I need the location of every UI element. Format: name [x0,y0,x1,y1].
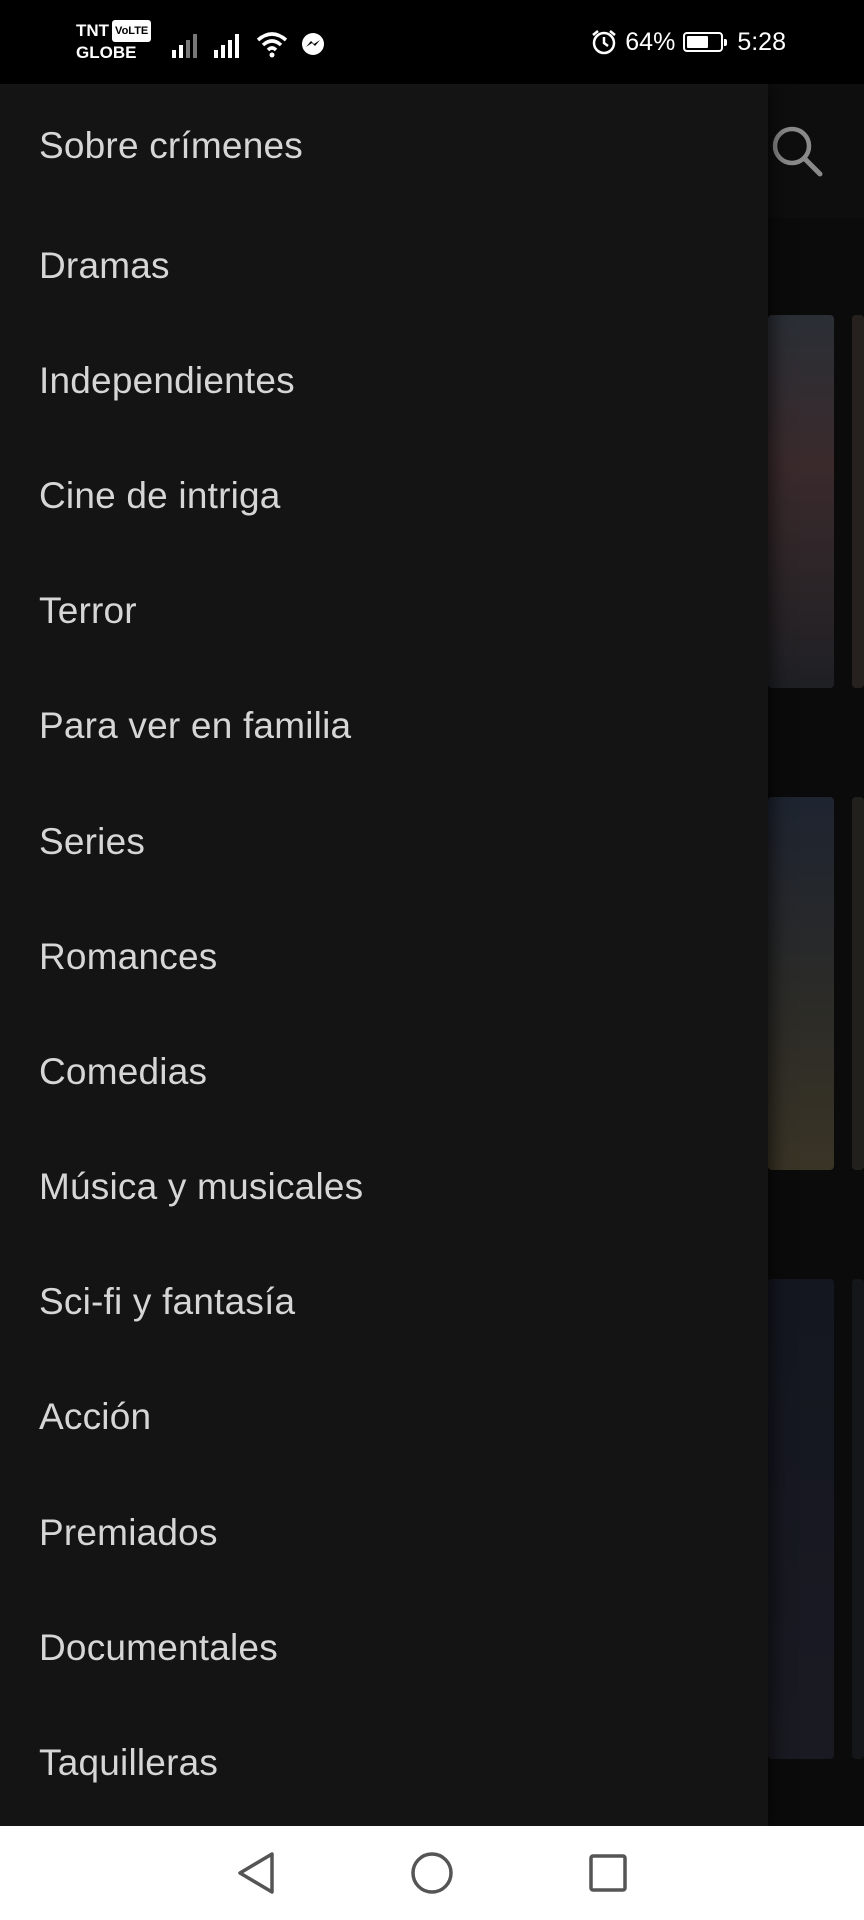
menu-item-sobre-crimenes[interactable]: Sobre crímenes [0,84,768,208]
menu-item-terror[interactable]: Terror [0,554,768,669]
menu-item-romances[interactable]: Romances [0,899,768,1014]
status-bar: TNT VoLTE GLOBE 64% 5:28 [0,0,864,84]
recents-button[interactable] [580,1845,636,1901]
menu-item-documentales[interactable]: Documentales [0,1590,768,1705]
background-poster [768,797,834,1170]
back-button[interactable] [228,1845,284,1901]
menu-item-series[interactable]: Series [0,784,768,899]
battery-icon [683,32,728,52]
volte-badge: VoLTE [112,20,152,42]
status-icons-right: 64% 5:28 [591,24,786,60]
menu-item-musica-y-musicales[interactable]: Música y musicales [0,1130,768,1245]
messenger-icon [302,33,324,55]
navigation-drawer: Sobre crímenes Dramas Independientes Cin… [0,84,768,1826]
menu-item-comedias[interactable]: Comedias [0,1014,768,1129]
carrier-name: TNT [76,21,110,40]
menu-item-accion[interactable]: Acción [0,1360,768,1475]
system-nav-bar [0,1826,864,1920]
menu-item-sci-fi-y-fantasia[interactable]: Sci-fi y fantasía [0,1245,768,1360]
menu-item-para-ver-en-familia[interactable]: Para ver en familia [0,669,768,784]
background-poster [852,315,864,688]
battery-percent: 64% [625,27,676,56]
menu-item-independientes[interactable]: Independientes [0,323,768,438]
signal-icon [214,34,239,58]
back-icon [238,1852,274,1894]
alarm-icon [592,30,617,55]
menu-item-taquilleras[interactable]: Taquilleras [0,1705,768,1820]
menu-item-premiados[interactable]: Premiados [0,1475,768,1590]
background-poster [768,1279,834,1759]
status-icons-left [172,26,326,58]
background-poster [768,315,834,688]
menu-item-cine-de-intriga[interactable]: Cine de intriga [0,438,768,553]
background-poster [852,1279,864,1759]
signal-icon [172,34,197,58]
carrier-name-secondary: GLOBE [76,43,137,62]
clock: 5:28 [737,27,786,56]
carrier-info: TNT VoLTE GLOBE [76,20,152,64]
menu-item-dramas[interactable]: Dramas [0,208,768,323]
background-poster [852,797,864,1170]
wifi-icon [256,32,288,58]
home-icon [411,1852,453,1894]
search-icon[interactable] [770,124,824,178]
genre-menu: Sobre crímenes Dramas Independientes Cin… [0,84,768,1821]
recents-icon [589,1854,627,1892]
home-button[interactable] [404,1845,460,1901]
